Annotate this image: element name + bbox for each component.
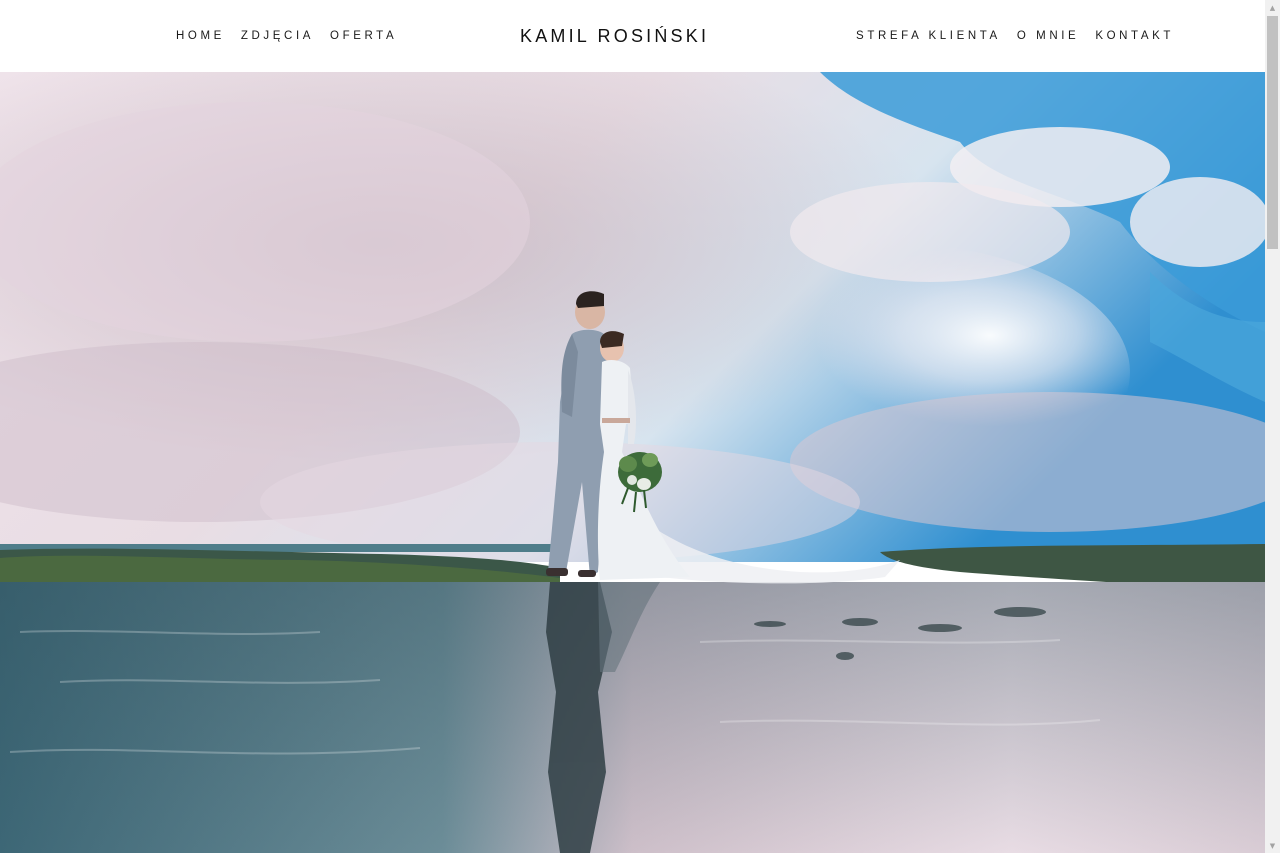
nav-zdjecia[interactable]: ZDJĘCIA — [241, 30, 314, 42]
vertical-scrollbar[interactable]: ▲ ▼ — [1265, 0, 1280, 853]
nav-o-mnie[interactable]: O MNIE — [1017, 30, 1080, 42]
nav-right: STREFA KLIENTA O MNIE KONTAKT — [840, 0, 1174, 72]
scroll-thumb[interactable] — [1267, 16, 1278, 249]
site-header: HOME ZDJĘCIA OFERTA KAMIL ROSIŃSKI STREF… — [0, 0, 1265, 72]
scroll-up-arrow-icon[interactable]: ▲ — [1265, 0, 1280, 15]
nav-home[interactable]: HOME — [176, 30, 225, 42]
scroll-down-arrow-icon[interactable]: ▼ — [1265, 838, 1280, 853]
site-logo-title[interactable]: KAMIL ROSIŃSKI — [520, 0, 709, 72]
hero-image — [0, 72, 1265, 853]
nav-kontakt[interactable]: KONTAKT — [1095, 30, 1174, 42]
nav-left: HOME ZDJĘCIA OFERTA — [176, 0, 413, 72]
nav-strefa-klienta[interactable]: STREFA KLIENTA — [856, 30, 1001, 42]
nav-oferta[interactable]: OFERTA — [330, 30, 397, 42]
hero-photo — [0, 72, 1265, 853]
